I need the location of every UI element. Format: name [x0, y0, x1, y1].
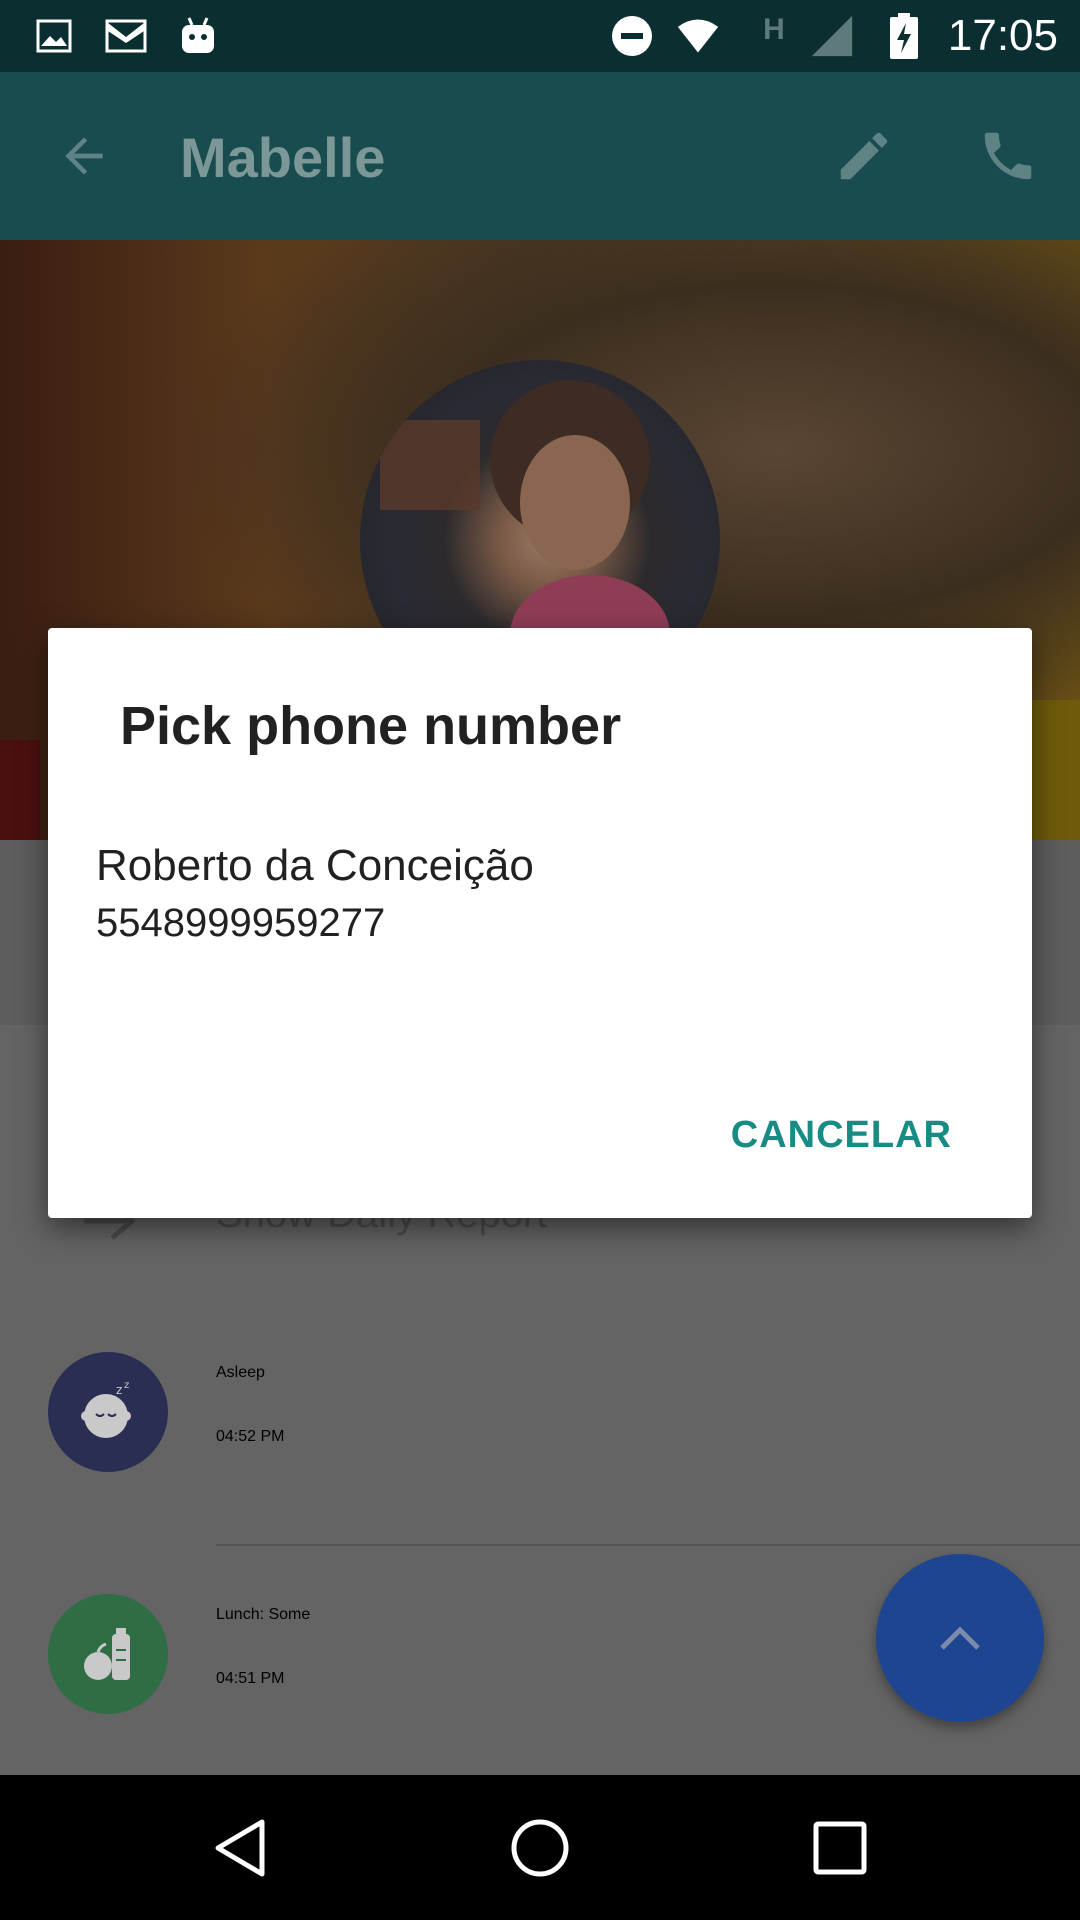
divider: [216, 1544, 1080, 1546]
page-title: Mabelle: [180, 126, 386, 189]
pick-phone-dialog: Pick phone number Roberto da Conceição 5…: [48, 628, 1032, 1218]
android-icon: [176, 14, 220, 58]
network-type-label: H: [763, 13, 785, 46]
nav-back-icon[interactable]: [200, 1808, 280, 1888]
svg-text:z: z: [124, 1380, 129, 1391]
list-item-title: Lunch: Some: [216, 1606, 311, 1623]
list-item-time: 04:52 PM: [216, 1428, 285, 1445]
status-time: 17:05: [947, 11, 1058, 60]
back-arrow-icon[interactable]: [44, 116, 124, 196]
nav-recents-icon[interactable]: [800, 1808, 880, 1888]
cell-signal-icon: [810, 14, 854, 58]
battery-charging-icon: [882, 13, 926, 59]
dialog-title: Pick phone number: [120, 696, 622, 756]
phone-option[interactable]: Roberto da Conceição 5548999959277: [96, 840, 984, 948]
cancel-button[interactable]: CANCELAR: [721, 1104, 962, 1167]
do-not-disturb-icon: [610, 14, 654, 58]
status-bar: H 17:05: [0, 0, 1080, 72]
list-item[interactable]: zz Asleep 04:52 PM: [0, 1340, 1080, 1490]
phone-call-icon[interactable]: [968, 116, 1048, 196]
gmail-icon: [104, 14, 148, 58]
contact-name: Roberto da Conceição: [96, 841, 534, 890]
food-bottle-icon: [48, 1594, 168, 1714]
wifi-icon: [676, 14, 720, 58]
app-bar: Mabelle: [0, 72, 1080, 240]
list-item-title: Asleep: [216, 1364, 265, 1381]
chevron-up-icon: [940, 1626, 980, 1650]
scroll-up-fab[interactable]: [876, 1554, 1044, 1722]
image-icon: [32, 14, 76, 58]
list-item-time: 04:51 PM: [216, 1670, 285, 1687]
contact-number: 5548999959277: [96, 901, 386, 945]
edit-pencil-icon[interactable]: [824, 116, 904, 196]
sleeping-baby-icon: zz: [48, 1352, 168, 1472]
nav-home-icon[interactable]: [500, 1808, 580, 1888]
svg-text:z: z: [116, 1383, 122, 1397]
